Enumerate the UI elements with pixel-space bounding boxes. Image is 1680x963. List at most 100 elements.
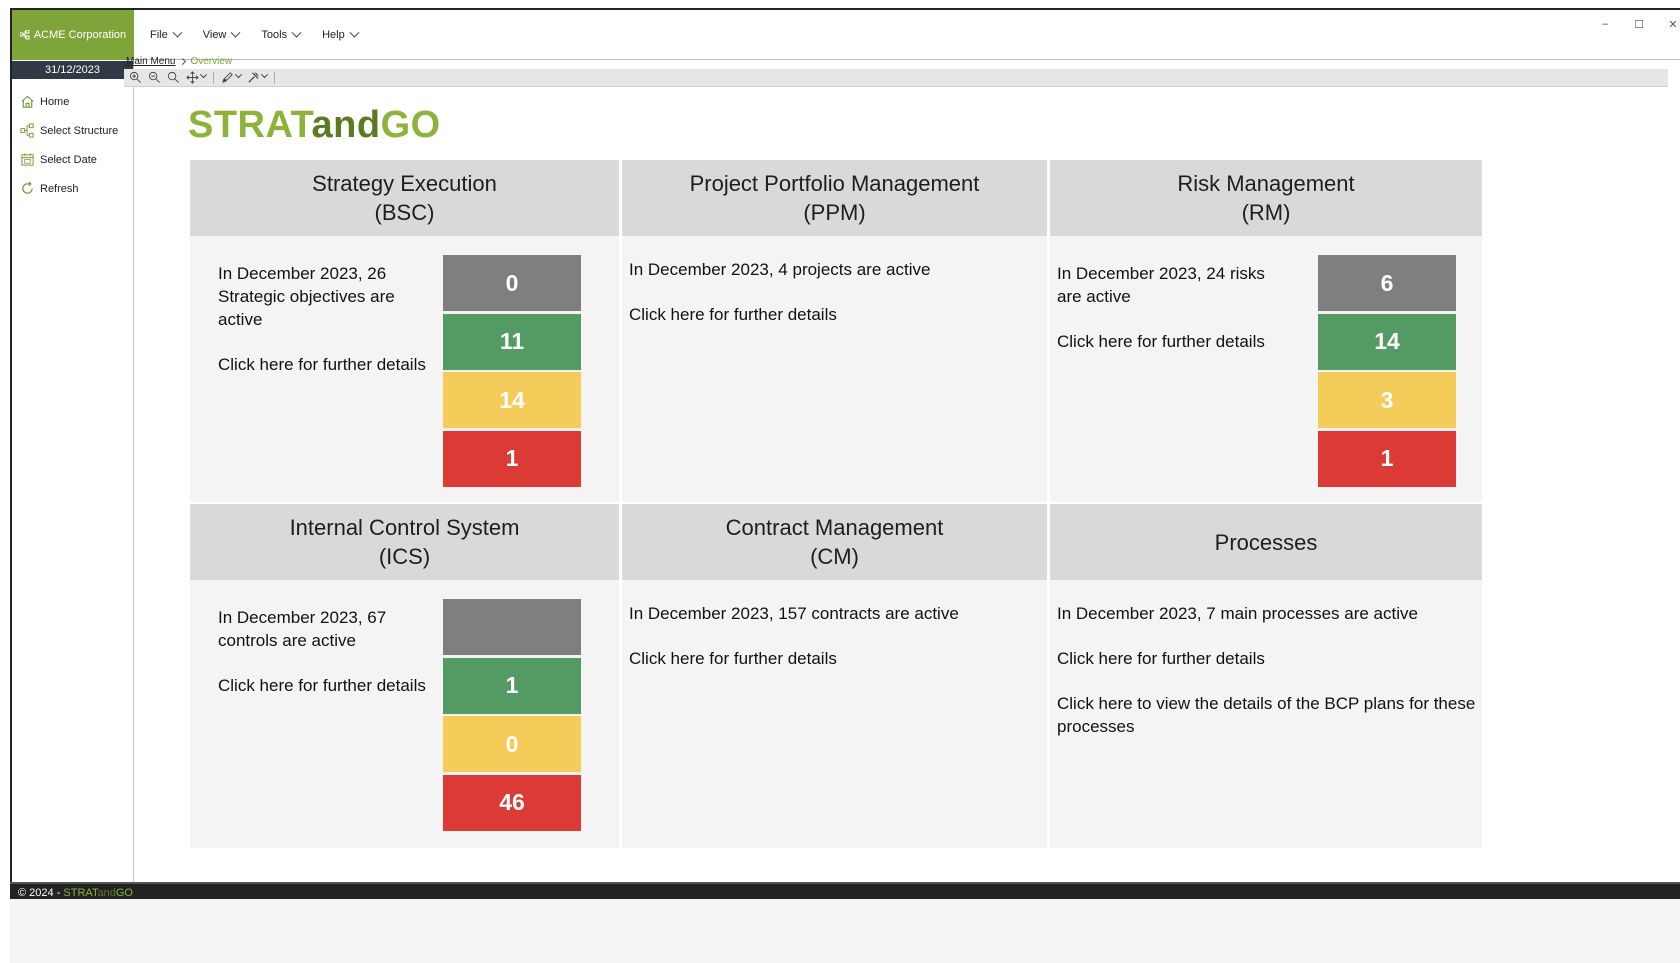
logo-part: GO bbox=[380, 104, 441, 146]
status-stack: 6 14 3 1 bbox=[1318, 255, 1456, 489]
panel-summary: In December 2023, 26 Strategic objective… bbox=[218, 264, 395, 329]
sidebar-item-label: Select Date bbox=[40, 153, 97, 166]
zoom-out-button[interactable] bbox=[147, 70, 162, 86]
zoom-reset-button[interactable] bbox=[166, 70, 181, 86]
status-tile-green[interactable]: 14 bbox=[1318, 313, 1456, 370]
sidebar-list: Home Select Structure Select Date Refres… bbox=[12, 79, 133, 203]
menu-help-label: Help bbox=[322, 29, 345, 41]
tools-icon bbox=[248, 72, 259, 83]
zoom-out-icon bbox=[148, 71, 160, 83]
calendar-icon bbox=[21, 153, 34, 166]
refresh-icon bbox=[22, 181, 33, 194]
panel-header[interactable]: Project Portfolio Management (PPM) bbox=[622, 160, 1047, 236]
menu-file[interactable]: File bbox=[150, 27, 183, 41]
panel-title: Strategy Execution bbox=[312, 171, 497, 196]
company-name: ACME Corporation bbox=[33, 29, 127, 41]
status-tile-green[interactable]: 11 bbox=[443, 313, 581, 370]
panel-body: In December 2023, 7 main processes are a… bbox=[1050, 582, 1482, 848]
status-tile-neutral[interactable] bbox=[443, 599, 581, 655]
top-bar: ACME Corporation File View Tools Help – … bbox=[12, 10, 1680, 60]
chevron-down-icon bbox=[230, 27, 241, 38]
menu-view[interactable]: View bbox=[202, 27, 241, 41]
copyright: © 2024 - STRATandGO bbox=[18, 887, 133, 899]
status-tile-red[interactable]: 1 bbox=[1318, 430, 1456, 487]
chevron-down-icon bbox=[260, 71, 269, 79]
chevron-down-icon bbox=[291, 27, 302, 38]
panel-title: Project Portfolio Management bbox=[689, 171, 980, 196]
status-tile-red[interactable]: 1 bbox=[443, 430, 581, 487]
status-stack: 0 11 14 1 bbox=[443, 255, 581, 489]
move-icon bbox=[186, 71, 199, 84]
sidebar-item-refresh[interactable]: Refresh bbox=[12, 174, 133, 203]
status-tile-yellow[interactable]: 0 bbox=[443, 716, 581, 772]
pan-button[interactable] bbox=[185, 70, 208, 86]
details-link[interactable]: Click here for further details bbox=[218, 353, 443, 376]
panel-header[interactable]: Processes bbox=[1050, 504, 1482, 580]
close-button[interactable]: ✕ bbox=[1666, 18, 1680, 31]
chevron-down-icon bbox=[234, 71, 243, 79]
sidebar-item-select-date[interactable]: Select Date bbox=[12, 145, 133, 174]
toolbar-divider bbox=[274, 71, 275, 84]
panel-body: In December 2023, 4 projects are active … bbox=[622, 238, 1047, 502]
draw-tool-button[interactable] bbox=[220, 70, 243, 86]
current-date: 31/12/2023 bbox=[12, 61, 133, 79]
status-tile-yellow[interactable]: 14 bbox=[443, 372, 581, 428]
details-link[interactable]: Click here for further details bbox=[1057, 330, 1297, 353]
sidebar-item-select-structure[interactable]: Select Structure bbox=[12, 116, 133, 145]
logo-part: STRAT bbox=[188, 104, 312, 146]
settings-tool-button[interactable] bbox=[246, 70, 269, 86]
home-icon bbox=[21, 95, 34, 108]
panel-body: In December 2023, 67 controls are active… bbox=[190, 582, 619, 848]
panel-summary: In December 2023, 157 contracts are acti… bbox=[629, 604, 959, 623]
zoom-in-button[interactable] bbox=[128, 70, 143, 86]
logo-part: and bbox=[311, 104, 381, 146]
panel-header[interactable]: Contract Management (CM) bbox=[622, 504, 1047, 580]
structure-icon bbox=[19, 30, 30, 40]
menu-view-label: View bbox=[202, 29, 227, 41]
menu-file-label: File bbox=[150, 29, 168, 41]
status-tile-green[interactable]: 1 bbox=[443, 657, 581, 714]
breadcrumb-current: Overview bbox=[190, 56, 233, 67]
panel-header[interactable]: Risk Management (RM) bbox=[1050, 160, 1482, 236]
panel-header[interactable]: Strategy Execution (BSC) bbox=[190, 160, 619, 236]
status-stack: 1 0 46 bbox=[443, 599, 581, 833]
panel-abbreviation: (PPM) bbox=[803, 200, 866, 225]
sidebar-item-home[interactable]: Home bbox=[12, 87, 133, 116]
company-selector[interactable]: ACME Corporation bbox=[12, 10, 134, 60]
footer-brand: GO bbox=[115, 887, 133, 899]
toolbar-divider bbox=[213, 71, 214, 84]
status-tile-red[interactable]: 46 bbox=[443, 774, 581, 831]
zoom-toolbar bbox=[124, 69, 1668, 87]
panel-summary: In December 2023, 24 risks are active bbox=[1057, 264, 1265, 306]
panel-contract-management: Contract Management (CM) In December 202… bbox=[622, 504, 1047, 848]
panel-title: Risk Management bbox=[1177, 171, 1355, 196]
panel-project-portfolio: Project Portfolio Management (PPM) In De… bbox=[622, 160, 1047, 502]
status-tile-neutral[interactable]: 0 bbox=[443, 255, 581, 311]
bcp-plans-link[interactable]: Click here to view the details of the BC… bbox=[1057, 692, 1487, 738]
minimize-button[interactable]: – bbox=[1598, 18, 1612, 31]
footer: © 2024 - STRATandGO bbox=[10, 882, 1680, 963]
sidebar-item-label: Select Structure bbox=[40, 124, 119, 137]
stratandgo-logo: STRATandGO bbox=[188, 104, 441, 147]
maximize-button[interactable]: ☐ bbox=[1632, 18, 1646, 31]
status-tile-neutral[interactable]: 6 bbox=[1318, 255, 1456, 311]
panel-summary: In December 2023, 7 main processes are a… bbox=[1057, 604, 1418, 623]
details-link[interactable]: Click here for further details bbox=[1057, 647, 1477, 670]
chevron-down-icon bbox=[199, 71, 208, 79]
details-link[interactable]: Click here for further details bbox=[629, 647, 1029, 670]
panel-header[interactable]: Internal Control System (ICS) bbox=[190, 504, 619, 580]
details-link[interactable]: Click here for further details bbox=[218, 674, 443, 697]
menu-tools[interactable]: Tools bbox=[261, 27, 302, 41]
footer-brand: STRAT bbox=[63, 887, 98, 899]
breadcrumb-main-menu[interactable]: Main Menu bbox=[126, 56, 175, 67]
panel-title: Processes bbox=[1214, 529, 1318, 555]
panel-title: Internal Control System bbox=[289, 515, 520, 540]
menu-help[interactable]: Help bbox=[322, 27, 360, 41]
status-tile-yellow[interactable]: 3 bbox=[1318, 372, 1456, 428]
panel-body: In December 2023, 157 contracts are acti… bbox=[622, 582, 1047, 848]
sidebar: 31/12/2023 Home Select Structure Select … bbox=[12, 61, 134, 946]
panel-abbreviation: (BSC) bbox=[374, 200, 435, 225]
chevron-down-icon bbox=[172, 27, 183, 38]
panel-abbreviation: (RM) bbox=[1241, 200, 1291, 225]
details-link[interactable]: Click here for further details bbox=[629, 303, 1029, 326]
